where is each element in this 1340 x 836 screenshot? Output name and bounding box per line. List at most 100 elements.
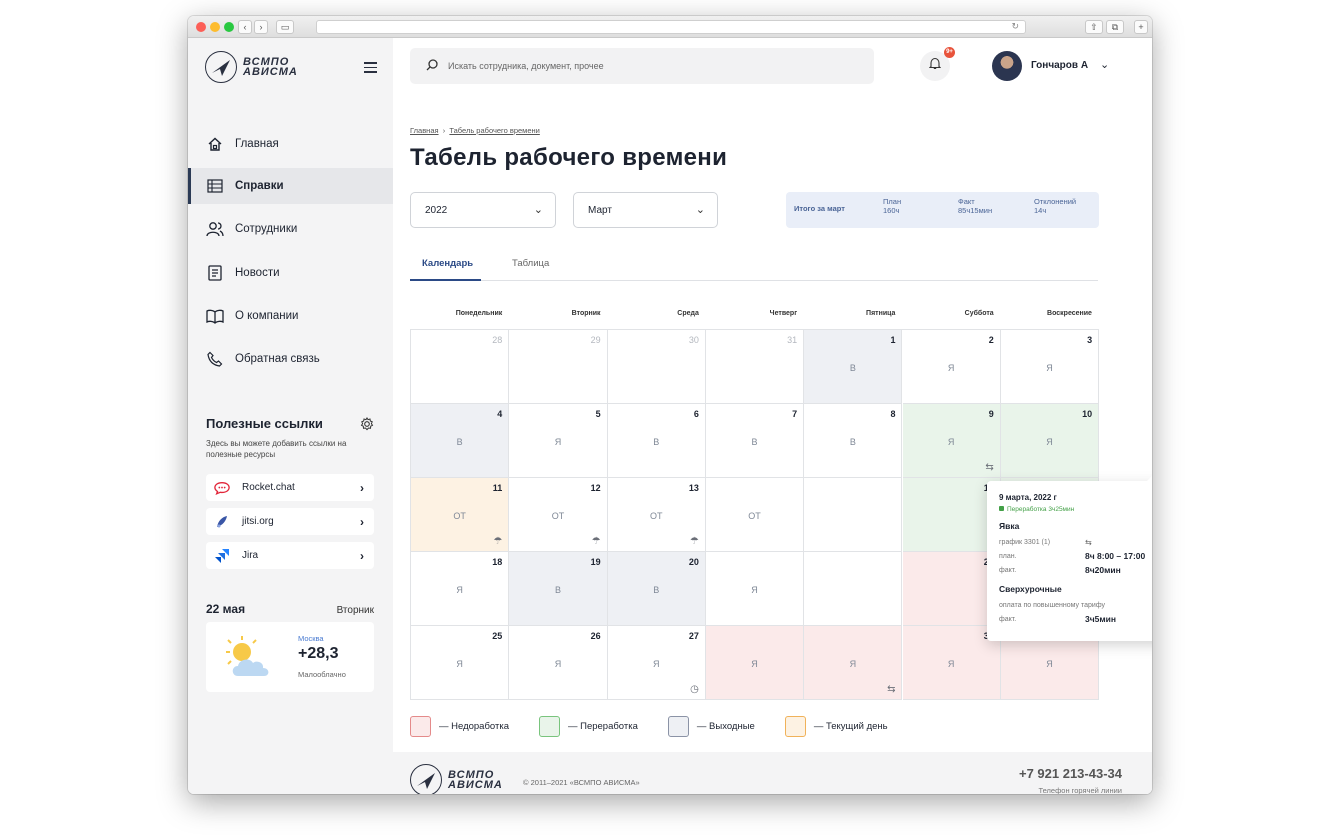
calendar-day[interactable]: 19 В xyxy=(509,552,608,626)
brand-logo[interactable]: ВСМПО АВИСМА xyxy=(205,51,298,83)
browser-titlebar: ‹ › ▭ ↻ ⇧ ⧉ + xyxy=(188,16,1152,38)
day-code: ОТ xyxy=(649,511,663,521)
link-label: jitsi.org xyxy=(242,516,274,527)
calendar-day[interactable]: 5Я xyxy=(509,404,608,478)
day-code: В xyxy=(554,585,561,595)
calendar-day[interactable]: 27 Я ◷ xyxy=(607,626,706,700)
calendar-day[interactable]: 13 ОТ ☂ xyxy=(607,478,706,552)
bell-icon xyxy=(928,57,942,75)
calendar-day[interactable]: 31 xyxy=(705,330,805,404)
nav-news[interactable]: Новости xyxy=(188,255,393,291)
nav-employees[interactable]: Сотрудники xyxy=(188,211,393,247)
hotline-phone[interactable]: +7 921 213-43-34 xyxy=(1019,766,1122,781)
gear-icon[interactable] xyxy=(360,417,374,436)
month-select[interactable]: Март ⌄ xyxy=(573,192,718,228)
calendar-day[interactable]: ОТ xyxy=(705,478,805,552)
address-bar[interactable]: ↻ xyxy=(316,20,1026,34)
footer-brand-name: ВСМПО АВИСМА xyxy=(448,769,503,791)
calendar-day[interactable]: 1В xyxy=(804,330,903,404)
calendar-day[interactable] xyxy=(804,552,903,626)
table-icon xyxy=(206,177,224,195)
nav-feedback[interactable]: Обратная связь xyxy=(188,341,393,377)
weekday-label: Воскресение xyxy=(1047,310,1092,317)
breadcrumb-current[interactable]: Табель рабочего времени xyxy=(449,126,539,135)
calendar-day[interactable]: Я xyxy=(705,626,805,700)
chevron-right-icon: › xyxy=(360,549,364,563)
day-code: В xyxy=(653,437,660,447)
calendar-day[interactable]: 29 xyxy=(509,330,608,404)
maximize-window-button[interactable] xyxy=(224,22,234,32)
share-icon[interactable]: ⇧ xyxy=(1085,20,1103,34)
tooltip-date: 9 марта, 2022 г xyxy=(999,493,1057,502)
calendar-day[interactable]: 6В xyxy=(607,404,706,478)
calendar-day[interactable]: 9 Я ⇆ xyxy=(902,404,1001,478)
calendar-day[interactable]: 8В xyxy=(804,404,903,478)
search-input[interactable]: Искать сотрудника, документ, прочее xyxy=(410,48,874,84)
calendar-day[interactable]: 3Я xyxy=(1000,330,1100,404)
month-value: Март xyxy=(588,204,612,216)
book-icon xyxy=(206,307,224,325)
partly-cloudy-icon xyxy=(218,632,282,687)
link-jitsi[interactable]: jitsi.org › xyxy=(206,508,374,535)
link-rocket-chat[interactable]: Rocket.chat › xyxy=(206,474,374,501)
calendar-day[interactable]: 25 Я xyxy=(411,626,510,700)
sidebar-toggle-icon[interactable]: ▭ xyxy=(276,20,294,34)
calendar-day[interactable]: 12 ОТ ☂ xyxy=(509,478,608,552)
day-code: Я xyxy=(751,585,758,595)
breadcrumb-home[interactable]: Главная xyxy=(410,126,439,135)
chevron-down-icon[interactable]: ⌄ xyxy=(1100,58,1109,71)
calendar-day[interactable]: Я ⇆ xyxy=(804,626,903,700)
calendar-day[interactable]: 7В xyxy=(705,404,805,478)
chevron-right-icon: › xyxy=(360,515,364,529)
close-window-button[interactable] xyxy=(196,22,206,32)
calendar-day[interactable] xyxy=(804,478,903,552)
calendar-day[interactable]: 26 Я xyxy=(509,626,608,700)
page-title: Табель рабочего времени xyxy=(410,144,728,171)
forward-icon[interactable]: › xyxy=(254,20,268,34)
calendar-day[interactable]: Я xyxy=(705,552,805,626)
nav-about[interactable]: О компании xyxy=(188,298,393,334)
calendar-day[interactable]: 28 xyxy=(411,330,510,404)
calendar-day[interactable]: 2Я xyxy=(902,330,1001,404)
swap-icon: ⇆ xyxy=(985,462,994,473)
weather-temperature: +28,3 xyxy=(298,645,339,662)
day-code: Я xyxy=(947,363,955,373)
calendar-day[interactable]: 20 В xyxy=(607,552,706,626)
minimize-window-button[interactable] xyxy=(210,22,220,32)
chevron-down-icon: ⌄ xyxy=(695,204,705,216)
calendar-day[interactable]: 10 Я xyxy=(1000,404,1100,478)
user-name[interactable]: Гончаров А xyxy=(1031,60,1088,71)
nav-references[interactable]: Справки xyxy=(188,168,393,204)
tab-calendar[interactable]: Календарь xyxy=(410,258,482,281)
swap-icon: ⇆ xyxy=(887,684,896,695)
sidebar: ВСМПО АВИСМА Главная Справки Сотрудники Н… xyxy=(188,38,393,794)
year-select[interactable]: 2022 ⌄ xyxy=(410,192,556,228)
tabs-icon[interactable]: ⧉ xyxy=(1106,20,1124,34)
status-dot xyxy=(999,506,1004,511)
day-number: 9 xyxy=(988,409,994,419)
weather-date-row: 22 мая Вторник xyxy=(206,602,374,616)
summary-fact-value: 85ч15мин xyxy=(958,206,993,215)
nav-label: Обратная связь xyxy=(235,353,320,365)
users-icon xyxy=(206,220,224,238)
link-jira[interactable]: Jira › xyxy=(206,542,374,569)
link-label: Rocket.chat xyxy=(242,482,295,493)
menu-icon[interactable] xyxy=(364,62,377,73)
back-icon[interactable]: ‹ xyxy=(238,20,252,34)
tab-table[interactable]: Таблица xyxy=(512,258,549,281)
calendar-day[interactable]: 18 Я xyxy=(411,552,510,626)
calendar-legend: — Недоработка — Переработка — Выходные — Те… xyxy=(410,716,918,737)
calendar-day[interactable]: 4В xyxy=(411,404,510,478)
day-number: 18 xyxy=(492,557,503,567)
reload-icon[interactable]: ↻ xyxy=(1011,21,1019,32)
clock-icon: ◷ xyxy=(690,684,699,695)
avatar[interactable] xyxy=(992,51,1022,81)
day-number: 3 xyxy=(1087,335,1093,345)
nav-home[interactable]: Главная xyxy=(188,126,393,162)
view-tabs: Календарь Таблица xyxy=(410,254,1098,281)
main-content: Искать сотрудника, документ, прочее 9+ Г… xyxy=(393,38,1152,794)
calendar-day[interactable]: 30 xyxy=(607,330,706,404)
calendar-day[interactable]: 11 ОТ ☂ xyxy=(411,478,510,552)
day-code: ОТ xyxy=(453,511,466,521)
new-tab-icon[interactable]: + xyxy=(1134,20,1148,34)
